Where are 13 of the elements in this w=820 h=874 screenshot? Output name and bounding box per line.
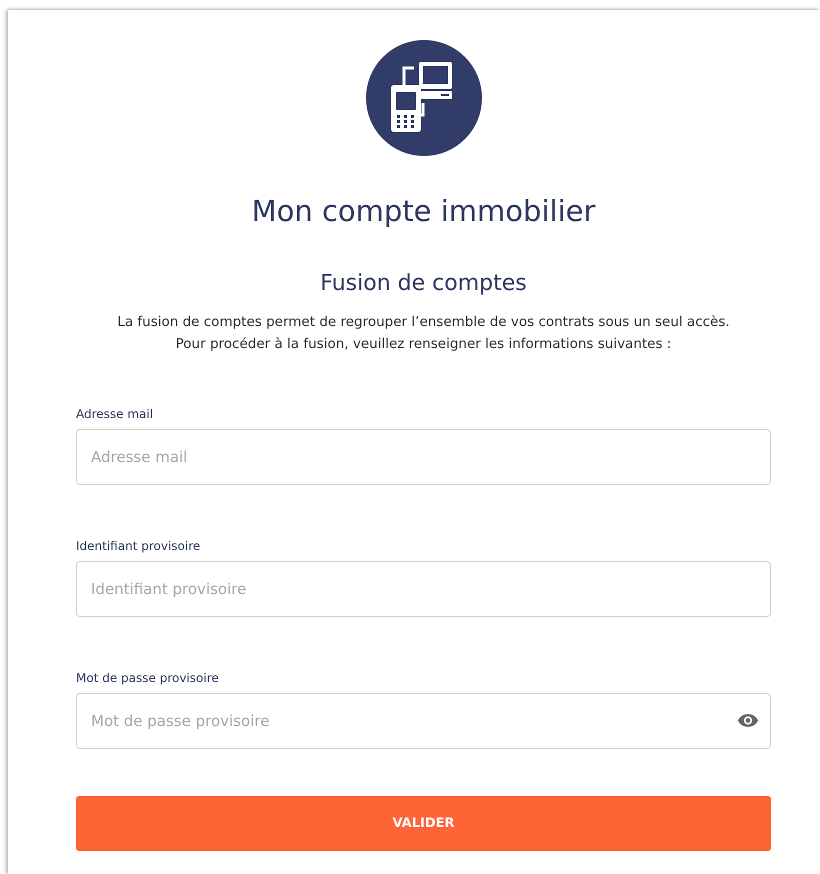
field-label: Mot de passe provisoire: [76, 670, 220, 688]
input-field[interactable]: Adresse mail: [76, 429, 771, 486]
field-label: Adresse mail: [76, 406, 154, 424]
section-title: Fusion de comptes: [319, 270, 528, 298]
input-field[interactable]: Mot de passe provisoire: [76, 693, 771, 750]
show-password-icon[interactable]: [737, 713, 759, 728]
input-field[interactable]: Identifiant provisoire: [76, 561, 771, 618]
devices-logo-icon: [366, 40, 482, 156]
field-label: Identifiant provisoire: [76, 538, 202, 556]
description-text: Pour procéder à la fusion, veuillez renseigner les informations suivantes :: [174, 335, 672, 354]
submit-button[interactable]: VALIDER: [76, 796, 771, 852]
page-title: Mon compte immobilier: [250, 194, 596, 229]
description-text: La fusion de comptes permet de regrouper l’ensemble de vos contrats sous un seul accès.: [116, 313, 731, 332]
